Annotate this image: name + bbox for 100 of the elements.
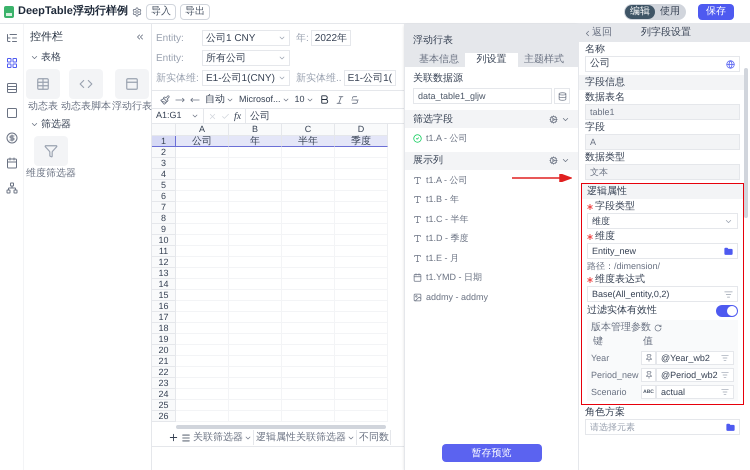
- row-number[interactable]: 14: [152, 279, 176, 290]
- data-source-button[interactable]: [554, 88, 570, 104]
- row-number[interactable]: 13: [152, 268, 176, 279]
- text-field-icon: [413, 195, 422, 204]
- panel-tab[interactable]: 基本信息: [413, 53, 466, 67]
- back-button[interactable]: 返回: [583, 27, 612, 39]
- param-value-field[interactable]: @Year_wb2: [656, 350, 734, 364]
- panel-tab[interactable]: 主题样式: [518, 53, 570, 67]
- row-number[interactable]: 24: [152, 389, 176, 400]
- field-type-select[interactable]: 维度: [587, 213, 738, 229]
- field-label: 字段: [585, 122, 606, 134]
- filter-select[interactable]: 所有公司: [202, 50, 290, 66]
- row-number[interactable]: 18: [152, 323, 176, 334]
- dimension-field[interactable]: Entity_new: [587, 243, 738, 259]
- filter-select[interactable]: 2022年: [310, 30, 352, 46]
- column-item[interactable]: t1.E - 月: [426, 252, 460, 265]
- text-field-icon: [413, 214, 422, 224]
- column-item[interactable]: t1.B - 年: [426, 193, 460, 206]
- param-value-field[interactable]: @Period_wb2: [656, 368, 734, 382]
- column-header[interactable]: C: [282, 124, 335, 136]
- font-dropdown[interactable]: Microsof...: [239, 92, 290, 106]
- filter-select[interactable]: E1-公司1(CNY): [202, 70, 290, 86]
- row-number[interactable]: 8: [152, 213, 176, 224]
- save-preview-button[interactable]: 暂存预览: [442, 444, 542, 462]
- grid-icon[interactable]: [6, 57, 18, 69]
- name-field[interactable]: 公司: [585, 56, 740, 72]
- row-number[interactable]: 16: [152, 301, 176, 312]
- row-number[interactable]: 6: [152, 191, 176, 202]
- refresh-icon: [654, 324, 662, 332]
- row-number[interactable]: 10: [152, 235, 176, 246]
- row-number[interactable]: 2: [152, 147, 176, 158]
- widget-tile[interactable]: [26, 69, 60, 99]
- row-number[interactable]: 17: [152, 312, 176, 323]
- mode-toggle-option[interactable]: 编辑: [625, 4, 655, 18]
- column-item[interactable]: t1.A - 公司: [426, 132, 468, 146]
- row-number[interactable]: 1: [152, 136, 176, 147]
- expression-field[interactable]: Base(All_entity,0,2): [587, 286, 738, 302]
- field-label: 数据表名: [585, 92, 626, 104]
- font-size-dropdown[interactable]: 10: [294, 92, 314, 106]
- column-header[interactable]: B: [229, 124, 282, 136]
- widget-tile[interactable]: [34, 136, 68, 166]
- row-number[interactable]: 3: [152, 158, 176, 169]
- column-item[interactable]: t1.D - 季度: [426, 232, 469, 246]
- section-title: 筛选字段: [413, 112, 453, 126]
- filter-select[interactable]: 公司1 CNY: [202, 30, 290, 46]
- column-item[interactable]: addmy - addmy: [426, 290, 488, 304]
- column-header[interactable]: D: [335, 124, 388, 136]
- variable-type-button[interactable]: [641, 368, 656, 382]
- sheet-tab[interactable]: 关联筛选器: [193, 430, 254, 445]
- panel-tab[interactable]: 列设置: [465, 53, 518, 67]
- scrollbar-thumb[interactable]: [744, 68, 748, 218]
- column-item[interactable]: t1.A - 公司: [426, 174, 468, 187]
- table-cell: [176, 246, 229, 257]
- param-key: Period_new: [591, 368, 641, 380]
- row-number[interactable]: 15: [152, 290, 176, 301]
- variable-type-button[interactable]: [641, 350, 656, 364]
- row-number[interactable]: 5: [152, 180, 176, 191]
- row-number[interactable]: 12: [152, 257, 176, 268]
- column-item[interactable]: t1.C - 半年: [426, 212, 469, 226]
- row-number[interactable]: 25: [152, 400, 176, 411]
- row-number[interactable]: 7: [152, 202, 176, 213]
- table-cell: [176, 312, 229, 323]
- format-dropdown[interactable]: 自动: [205, 92, 234, 107]
- filter-select[interactable]: E1-公司1(: [344, 70, 396, 86]
- row-number[interactable]: 4: [152, 169, 176, 180]
- confirm-icon: [221, 112, 230, 120]
- row-number[interactable]: 20: [152, 345, 176, 356]
- rectangle-icon[interactable]: [6, 107, 18, 119]
- row-number[interactable]: 23: [152, 378, 176, 389]
- row-number[interactable]: 22: [152, 367, 176, 378]
- row-number[interactable]: 19: [152, 334, 176, 345]
- calendar-icon[interactable]: [6, 157, 18, 169]
- row-number[interactable]: 9: [152, 224, 176, 235]
- header-button[interactable]: 导出: [180, 4, 210, 20]
- settings-icon: [132, 6, 142, 16]
- param-value-field[interactable]: actual: [656, 384, 734, 398]
- cell-reference-field[interactable]: A1:G1: [152, 109, 204, 123]
- column-item[interactable]: t1.YMD - 日期: [426, 271, 482, 284]
- row-number[interactable]: 11: [152, 246, 176, 257]
- tree-icon[interactable]: [6, 32, 18, 44]
- row-number[interactable]: 26: [152, 411, 176, 422]
- corner-cell[interactable]: [152, 124, 176, 136]
- toggle-switch[interactable]: [716, 305, 738, 317]
- sheet-tab[interactable]: 逻辑属性关联筛选器: [256, 430, 357, 445]
- header-button[interactable]: 导入: [146, 4, 176, 20]
- table-cell: [176, 389, 229, 400]
- coin-icon[interactable]: [6, 132, 18, 144]
- save-button[interactable]: 保存: [698, 4, 734, 20]
- column-header[interactable]: A: [176, 124, 229, 136]
- horizontal-scrollbar[interactable]: [176, 425, 386, 429]
- mode-toggle-option[interactable]: 使用: [655, 4, 685, 18]
- network-icon[interactable]: [6, 182, 18, 194]
- widget-tile[interactable]: [115, 69, 149, 99]
- sheet-tab[interactable]: 不同数: [359, 430, 391, 445]
- fx-label: fx: [234, 110, 242, 124]
- widget-tile[interactable]: [69, 69, 103, 99]
- rows-icon[interactable]: [6, 82, 18, 94]
- row-number[interactable]: 21: [152, 356, 176, 367]
- data-source-field[interactable]: data_table1_gljw: [413, 88, 552, 104]
- section-header: 逻辑属性: [582, 184, 743, 199]
